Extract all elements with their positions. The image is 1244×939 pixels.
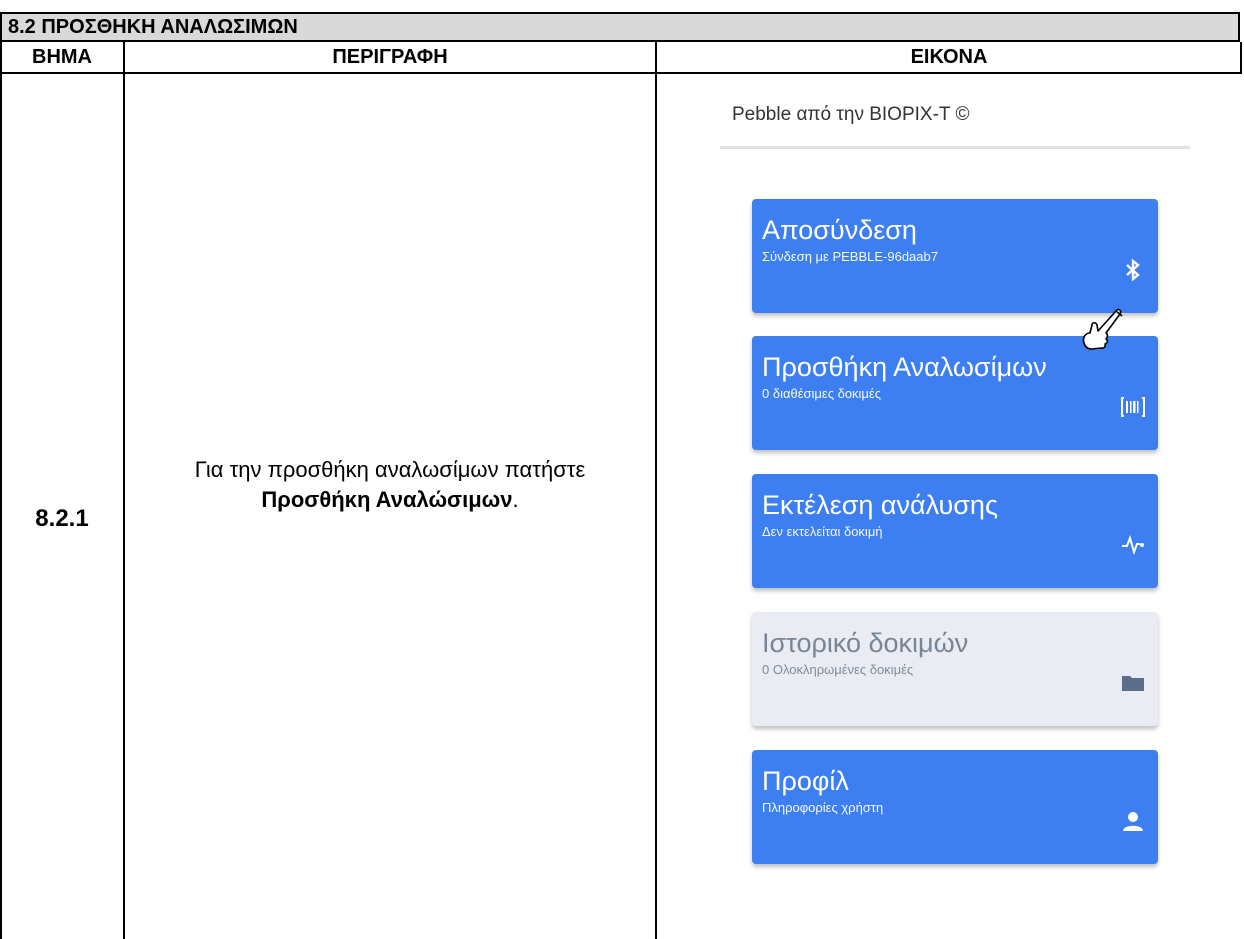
phone-screenshot: Pebble από την BIOPIX-T © Αποσύνδεση Σύν… bbox=[720, 86, 1190, 926]
step-description: Για την προσθήκη αναλωσίμων πατήστε Προσ… bbox=[134, 455, 646, 515]
section-title: 8.2 ΠΡΟΣΘΗΚΗ ΑΝΑΛΩΣΙΜΩΝ bbox=[0, 12, 1240, 42]
disconnect-card[interactable]: Αποσύνδεση Σύνδεση με PEBBLE-96daab7 bbox=[752, 199, 1158, 313]
card-title: Προφίλ bbox=[762, 766, 849, 796]
card-subtitle: 0 διαθέσιμες δοκιμές bbox=[762, 386, 881, 401]
profile-card[interactable]: Προφίλ Πληροφορίες χρήστη bbox=[752, 750, 1158, 864]
card-subtitle: Σύνδεση με PEBBLE-96daab7 bbox=[762, 249, 938, 264]
header-image: ΕΙΚΟΝΑ bbox=[656, 42, 1242, 74]
app-divider bbox=[720, 146, 1190, 149]
header-description: ΠΕΡΙΓΡΑΦΗ bbox=[124, 42, 656, 74]
card-title: Αποσύνδεση bbox=[762, 215, 917, 245]
app-title: Pebble από την BIOPIX-T © bbox=[732, 104, 970, 125]
header-step: ΒΗΜΑ bbox=[0, 42, 124, 74]
table-border-right bbox=[1240, 42, 1242, 74]
card-subtitle: Δεν εκτελείται δοκιμή bbox=[762, 524, 883, 539]
bluetooth-icon bbox=[1120, 257, 1146, 283]
table-divider-1 bbox=[123, 42, 125, 939]
card-subtitle: 0 Ολοκληρωμένες δοκιμές bbox=[762, 662, 914, 677]
run-analysis-card[interactable]: Εκτέλεση ανάλυσης Δεν εκτελείται δοκιμή bbox=[752, 474, 1158, 588]
card-title: Ιστορικό δοκιμών bbox=[762, 628, 969, 658]
add-consumables-card[interactable]: Προσθήκη Αναλωσίμων 0 διαθέσιμες δοκιμές bbox=[752, 336, 1158, 450]
card-title: Προσθήκη Αναλωσίμων bbox=[762, 352, 1047, 382]
description-end: . bbox=[512, 487, 519, 512]
barcode-icon bbox=[1120, 394, 1146, 420]
folder-icon bbox=[1120, 670, 1146, 696]
procedure-table: 8.2 ΠΡΟΣΘΗΚΗ ΑΝΑΛΩΣΙΜΩΝ ΒΗΜΑ ΠΕΡΙΓΡΑΦΗ Ε… bbox=[0, 0, 1244, 939]
pointing-hand-icon bbox=[1082, 308, 1123, 350]
step-number: 8.2.1 bbox=[35, 505, 89, 532]
test-history-card[interactable]: Ιστορικό δοκιμών 0 Ολοκληρωμένες δοκιμές bbox=[752, 612, 1158, 726]
table-divider-2 bbox=[655, 42, 657, 939]
card-subtitle: Πληροφορίες χρήστη bbox=[762, 800, 884, 815]
person-icon bbox=[1120, 808, 1146, 834]
description-text: Για την προσθήκη αναλωσίμων πατήστε bbox=[194, 457, 586, 482]
table-border-left bbox=[0, 42, 2, 939]
pulse-icon bbox=[1120, 532, 1146, 558]
description-bold: Προσθήκη Αναλώσιμων bbox=[261, 487, 513, 512]
card-title: Εκτέλεση ανάλυσης bbox=[762, 490, 998, 520]
